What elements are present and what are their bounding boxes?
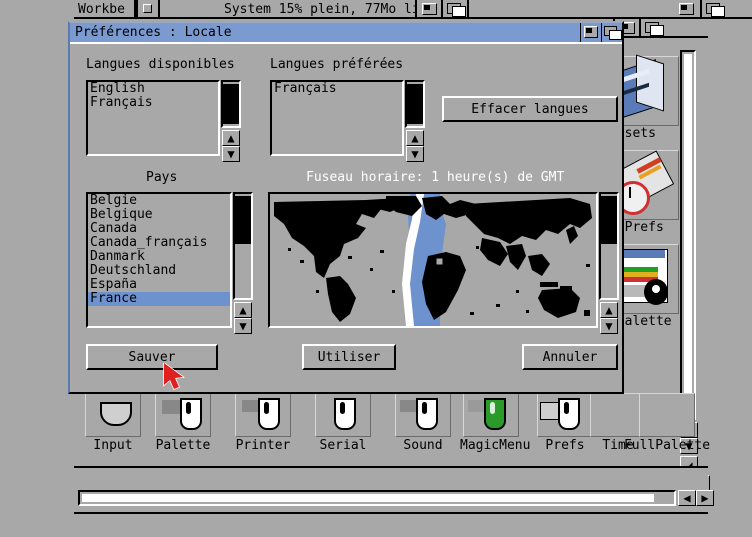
world-map-timezone-selector[interactable] <box>268 192 598 328</box>
titlebar-divider-3 <box>467 0 469 17</box>
map-scroll-down-button[interactable]: ▼ <box>600 318 618 334</box>
scrollbar-thumb[interactable] <box>407 84 423 124</box>
dialog-title: Préférences : Locale <box>75 25 232 40</box>
workbench-screen-title: Workbe <box>78 2 125 19</box>
screen-depth-gadget-left[interactable] <box>136 0 158 17</box>
icon-serial[interactable]: Serial <box>312 393 374 453</box>
dialog-zoom-gadget[interactable] <box>580 23 601 42</box>
fullpalette-prefs-icon <box>639 393 695 437</box>
input-prefs-icon <box>85 393 141 437</box>
list-item-selected[interactable]: France <box>88 292 230 306</box>
prefs-drawer-icon <box>537 393 593 437</box>
icon-label: FullPalette <box>623 438 711 453</box>
country-list[interactable]: Belgie Belgique Canada Canada_français D… <box>86 192 232 328</box>
list-item[interactable]: Belgie <box>88 194 230 208</box>
country-list-scrollbar[interactable] <box>233 192 253 300</box>
zoom-gadget-icon-2 <box>679 3 694 15</box>
zoom-gadget-icon <box>422 3 437 15</box>
prefs-window-vertical-scrollbar[interactable] <box>680 50 696 420</box>
mouse-pointer <box>163 361 189 393</box>
workbench-screen-titlebar[interactable]: Workbe System 15% plein, 77Mo libre, 1 <box>74 0 752 19</box>
dialog-body: Langues disponibles English Français ▲ ▼… <box>70 42 622 392</box>
dialog-titlebar[interactable]: Préférences : Locale <box>70 23 622 42</box>
prefs-icon-row: Input Palette Printer Serial Sound Magic… <box>82 393 710 473</box>
icon-label: Sound <box>403 438 443 453</box>
available-languages-label: Langues disponibles <box>86 57 235 72</box>
screen-zoom-gadget[interactable] <box>415 0 441 17</box>
palette-prefs-icon <box>155 393 211 437</box>
locale-preferences-dialog[interactable]: Préférences : Locale Langues disponibles… <box>68 21 624 394</box>
countries-label: Pays <box>146 170 178 185</box>
use-button[interactable]: Utiliser <box>302 344 396 370</box>
icon-fullpalette[interactable]: FullPalette <box>622 393 712 453</box>
scrollbar-thumb[interactable] <box>223 84 239 124</box>
clear-languages-button[interactable]: Effacer langues <box>442 96 618 122</box>
available-scroll-down-button[interactable]: ▼ <box>222 146 240 162</box>
dialog-depth-gadget[interactable] <box>601 23 622 42</box>
outer-hscroll-right-button[interactable]: ▶ <box>696 490 714 506</box>
list-item[interactable]: Belgique <box>88 208 230 222</box>
dialog-gadgets <box>580 23 622 42</box>
icon-label: MagicMenu <box>460 438 531 453</box>
amiga-workbench-screen: Workbe System 15% plein, 77Mo libre, 1 r… <box>0 0 752 537</box>
titlebar-divider-2 <box>158 0 160 17</box>
preferred-languages-label: Langues préférées <box>270 57 404 72</box>
outer-horizontal-scrollbar[interactable] <box>78 490 676 506</box>
timezone-label: Fuseau horaire: 1 heure(s) de GMT <box>306 170 565 185</box>
map-scrollbar[interactable] <box>599 192 619 300</box>
preferred-scroll-down-button[interactable]: ▼ <box>406 146 424 162</box>
prefs-front-back-gadget[interactable] <box>639 19 665 36</box>
outer-hscroll-left-button[interactable]: ◀ <box>678 490 696 506</box>
list-item[interactable]: Danmark <box>88 250 230 264</box>
available-languages-list[interactable]: English Français <box>86 80 220 156</box>
list-item[interactable]: Français <box>272 82 402 96</box>
depth-gadget-icon <box>143 4 152 13</box>
scrollbar-thumb[interactable] <box>601 196 617 244</box>
list-item[interactable]: Canada <box>88 222 230 236</box>
outer-hscroll-thumb[interactable] <box>82 494 654 502</box>
scrollbar-thumb[interactable] <box>684 54 692 394</box>
icon-sound[interactable]: Sound <box>392 393 454 453</box>
zoom-gadget-icon-4 <box>584 26 598 38</box>
preferred-languages-list[interactable]: Français <box>270 80 404 156</box>
list-item[interactable]: Français <box>88 96 218 110</box>
serial-prefs-icon <box>315 393 371 437</box>
country-scroll-down-button[interactable]: ▼ <box>234 318 252 334</box>
icon-magicmenu[interactable]: MagicMenu <box>460 393 531 453</box>
icon-label: Serial <box>319 438 367 453</box>
preferred-languages-scrollbar[interactable] <box>405 80 425 128</box>
list-item[interactable]: Deutschland <box>88 264 230 278</box>
map-scroll-up-button[interactable]: ▲ <box>600 302 618 318</box>
icon-label: Printer <box>235 438 291 453</box>
cancel-button[interactable]: Annuler <box>522 344 618 370</box>
preferred-scroll-up-button[interactable]: ▲ <box>406 130 424 146</box>
outer-window-bottom: ◀ ▶ <box>74 466 714 514</box>
world-map-graphic[interactable] <box>270 194 596 326</box>
country-scroll-up-button[interactable]: ▲ <box>234 302 252 318</box>
printer-prefs-icon <box>235 393 291 437</box>
screen-front-back-gadget[interactable] <box>441 0 467 17</box>
list-item[interactable]: English <box>88 82 218 96</box>
icon-palette[interactable]: Palette <box>152 393 214 453</box>
screen-front-back-gadget-2[interactable] <box>700 0 726 17</box>
sound-prefs-icon <box>395 393 451 437</box>
icon-input[interactable]: Input <box>82 393 144 453</box>
screen-zoom-gadget-2[interactable] <box>674 0 700 17</box>
magicmenu-prefs-icon <box>463 393 519 437</box>
list-item[interactable]: España <box>88 278 230 292</box>
icon-label: Input <box>93 438 133 453</box>
list-item[interactable]: Canada_français <box>88 236 230 250</box>
available-scroll-up-button[interactable]: ▲ <box>222 130 240 146</box>
icon-printer[interactable]: Printer <box>232 393 294 453</box>
icon-label: Palette <box>155 438 211 453</box>
save-button[interactable]: Sauver <box>86 344 218 370</box>
available-languages-scrollbar[interactable] <box>221 80 241 128</box>
scrollbar-thumb[interactable] <box>235 196 251 244</box>
